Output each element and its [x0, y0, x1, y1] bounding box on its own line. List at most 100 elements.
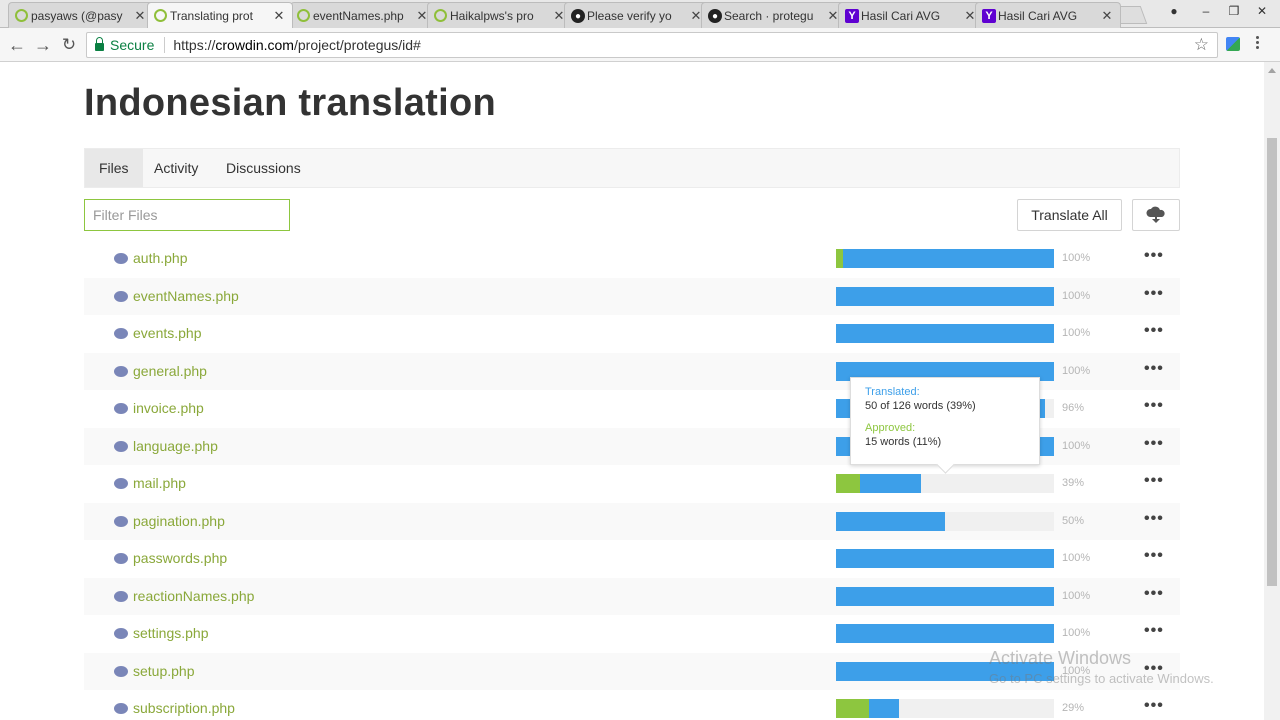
- browser-tab[interactable]: Translating prot ✕: [147, 2, 293, 28]
- browser-menu-icon[interactable]: [1256, 36, 1260, 51]
- file-name-link[interactable]: pagination.php: [133, 513, 225, 529]
- progress-tooltip: Translated: 50 of 126 words (39%) Approv…: [850, 377, 1040, 465]
- page-content: Indonesian translation Files Activity Di…: [0, 62, 1264, 720]
- php-file-icon: [114, 365, 128, 377]
- page-scrollbar[interactable]: [1264, 62, 1280, 720]
- progress-bar[interactable]: [836, 549, 1054, 568]
- progress-bar[interactable]: [836, 586, 1054, 606]
- file-row: settings.php 100% •••: [84, 615, 1180, 653]
- translate-all-button[interactable]: Translate All: [1017, 199, 1122, 231]
- more-options-icon[interactable]: •••: [1144, 285, 1164, 301]
- progress-percent: 100%: [1062, 439, 1091, 452]
- browser-tab-title: Hasil Cari AVG: [861, 8, 941, 23]
- file-name-link[interactable]: settings.php: [133, 625, 209, 641]
- download-button[interactable]: [1132, 199, 1180, 231]
- more-options-icon[interactable]: •••: [1144, 548, 1164, 564]
- php-file-icon: [114, 628, 128, 639]
- browser-toolbar: ← → ↻ Secure https://crowdin.com/project…: [0, 28, 1280, 62]
- project-tabs: Files Activity Discussions: [84, 148, 1180, 188]
- more-options-icon[interactable]: •••: [1144, 510, 1164, 526]
- file-row: auth.php 100% •••: [84, 240, 1180, 278]
- php-file-icon: [114, 665, 128, 677]
- browser-tab[interactable]: Y Hasil Cari AVG ✕: [975, 2, 1121, 28]
- back-icon[interactable]: ←: [6, 34, 28, 56]
- browser-tab-title: Hasil Cari AVG: [998, 8, 1078, 23]
- file-name-link[interactable]: setup.php: [133, 663, 195, 679]
- translated-progress-fill: [836, 249, 1054, 268]
- browser-tab[interactable]: eventNames.php ✕: [290, 2, 436, 28]
- progress-percent: 100%: [1062, 627, 1091, 639]
- more-options-icon[interactable]: •••: [1144, 623, 1164, 639]
- progress-percent: 100%: [1062, 589, 1091, 602]
- minimize-icon[interactable]: –: [1192, 0, 1220, 22]
- file-name-link[interactable]: reactionNames.php: [133, 588, 254, 604]
- cloud-download-icon: [1146, 206, 1165, 223]
- tab-close-icon[interactable]: ✕: [133, 8, 147, 24]
- tab-files[interactable]: Files: [85, 149, 143, 187]
- yahoo-icon: Y: [845, 9, 859, 23]
- more-options-icon[interactable]: •••: [1144, 323, 1164, 339]
- progress-percent: 100%: [1062, 364, 1091, 377]
- progress-bar[interactable]: [836, 511, 1054, 531]
- file-name-link[interactable]: general.php: [133, 363, 207, 379]
- more-options-icon[interactable]: •••: [1144, 248, 1164, 264]
- file-name-link[interactable]: subscription.php: [133, 700, 235, 716]
- translated-progress-fill: [836, 586, 1054, 606]
- yahoo-icon: Y: [982, 9, 996, 23]
- approved-progress-fill: [836, 249, 843, 268]
- file-name-link[interactable]: language.php: [133, 438, 218, 454]
- file-row: subscription.php 29% •••: [84, 690, 1180, 720]
- watermark-title: Activate Windows: [989, 648, 1132, 668]
- more-options-icon[interactable]: •••: [1144, 360, 1164, 376]
- tab-close-icon[interactable]: ✕: [272, 8, 286, 24]
- file-name-link[interactable]: passwords.php: [133, 550, 227, 566]
- tab-close-icon[interactable]: ✕: [1100, 8, 1114, 24]
- progress-bar[interactable]: [836, 624, 1054, 643]
- progress-percent: 96%: [1062, 402, 1085, 414]
- more-options-icon[interactable]: •••: [1144, 473, 1164, 489]
- file-row: passwords.php 100% •••: [84, 540, 1180, 578]
- browser-tab[interactable]: ● Search · protegu ✕: [701, 2, 847, 28]
- file-name-link[interactable]: mail.php: [133, 475, 186, 491]
- progress-percent: 100%: [1062, 552, 1091, 564]
- bookmark-star-icon[interactable]: ☆: [1194, 35, 1209, 55]
- more-options-icon[interactable]: •••: [1144, 435, 1164, 451]
- file-name-link[interactable]: auth.php: [133, 250, 188, 266]
- url-domain: crowdin.com: [215, 37, 294, 53]
- progress-bar[interactable]: [836, 474, 1054, 493]
- browser-tab-title: Please verify yo: [587, 8, 672, 23]
- scrollbar-thumb[interactable]: [1267, 138, 1277, 586]
- profile-icon[interactable]: ●: [1160, 0, 1188, 22]
- restore-icon[interactable]: ❐: [1220, 0, 1248, 22]
- file-name-link[interactable]: invoice.php: [133, 400, 204, 416]
- more-options-icon[interactable]: •••: [1144, 585, 1164, 601]
- close-window-icon[interactable]: ✕: [1248, 0, 1276, 22]
- progress-bar[interactable]: [836, 699, 1054, 718]
- address-bar[interactable]: Secure https://crowdin.com/project/prote…: [86, 32, 1218, 58]
- browser-tab[interactable]: pasyaws (@pasy ✕: [8, 2, 154, 28]
- scroll-up-icon[interactable]: [1268, 68, 1276, 73]
- progress-bar[interactable]: [836, 249, 1054, 268]
- reload-icon[interactable]: ↻: [58, 34, 80, 56]
- translated-progress-fill: [836, 286, 1054, 306]
- tooltip-translated-value: 50 of 126 words (39%): [865, 400, 976, 412]
- tab-discussions[interactable]: Discussions: [212, 149, 315, 187]
- file-row: mail.php 39% •••: [84, 465, 1180, 503]
- browser-tab[interactable]: Haikalpws's pro ✕: [427, 2, 573, 28]
- tab-activity[interactable]: Activity: [140, 149, 212, 187]
- translated-progress-fill: [836, 549, 1054, 568]
- progress-bar[interactable]: [836, 324, 1054, 343]
- file-name-link[interactable]: events.php: [133, 325, 202, 341]
- more-options-icon[interactable]: •••: [1144, 398, 1164, 414]
- browser-tab[interactable]: ● Please verify yo ✕: [564, 2, 710, 28]
- extension-icon[interactable]: [1226, 37, 1240, 51]
- progress-bar[interactable]: [836, 286, 1054, 306]
- translated-progress-fill: [836, 624, 1054, 643]
- browser-tab[interactable]: Y Hasil Cari AVG ✕: [838, 2, 984, 28]
- forward-icon[interactable]: →: [32, 34, 54, 56]
- filter-files-input[interactable]: [84, 199, 290, 231]
- url-text: https://crowdin.com/project/protegus/id#: [173, 37, 420, 53]
- file-name-link[interactable]: eventNames.php: [133, 288, 239, 304]
- progress-percent: 39%: [1062, 477, 1085, 489]
- more-options-icon[interactable]: •••: [1144, 698, 1164, 714]
